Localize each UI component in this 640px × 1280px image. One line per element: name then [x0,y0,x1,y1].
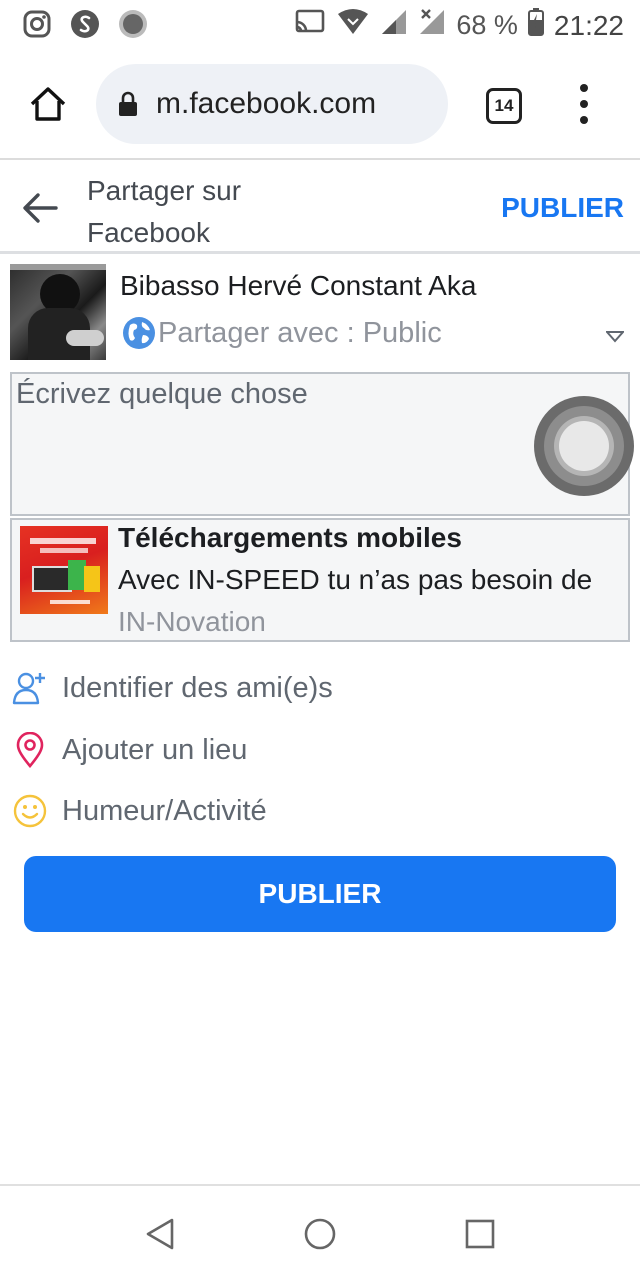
status-right: 68 % 21:22 [294,8,624,43]
instagram-icon [22,9,52,39]
tab-switcher-button[interactable]: 14 [486,88,522,124]
overflow-menu-icon[interactable] [570,84,598,124]
signal-icon [380,8,408,43]
url-text: m.facebook.com [156,87,377,120]
author-row: Bibasso Hervé Constant Aka Partager avec… [0,258,640,366]
link-preview-title: Téléchargements mobiles [118,522,462,553]
wifi-icon [336,8,370,43]
avatar [10,264,106,360]
mood-activity-label: Humeur/Activité [62,794,267,827]
nav-back-icon[interactable] [142,1216,178,1252]
cast-icon [294,8,326,43]
battery-percent: 68 % [456,10,518,40]
composer-placeholder: Écrivez quelque chose [16,378,308,410]
browser-toolbar: m.facebook.com 14 [0,48,640,160]
shazam-icon [70,9,100,39]
smiley-icon [12,793,48,829]
signal-off-icon [418,8,446,43]
status-bar: 68 % 21:22 [0,0,640,48]
home-icon[interactable] [28,84,68,124]
add-place-label: Ajouter un lieu [62,733,248,766]
record-icon [118,9,148,39]
page-title: Partager sur Facebook [87,175,242,248]
battery-icon [527,8,544,43]
lock-icon [118,91,138,117]
nav-recents-icon[interactable] [462,1216,498,1252]
assistive-touch-button[interactable] [534,396,634,496]
clock: 21:22 [553,9,624,41]
link-preview-card[interactable]: Téléchargements mobiles Avec IN-SPEED tu… [10,518,630,642]
tag-friends-label: Identifier des ami(e)s [62,671,333,704]
back-arrow-icon[interactable] [20,188,60,228]
link-preview-description: Avec IN-SPEED tu n’as pas besoin de [118,564,593,595]
header-publish-button[interactable]: PUBLIER [501,192,624,224]
location-pin-icon [12,732,48,768]
link-preview-thumbnail [20,526,108,614]
publish-button[interactable]: PUBLIER [24,856,616,932]
status-left-icons [22,9,148,39]
add-person-icon [12,670,48,706]
page-header: Partager sur Facebook PUBLIER [0,162,640,254]
chevron-down-icon[interactable] [604,330,626,343]
tag-friends-option[interactable]: Identifier des ami(e)s [0,660,640,716]
address-bar[interactable]: m.facebook.com [96,64,448,144]
add-place-option[interactable]: Ajouter un lieu [0,722,640,778]
audience-selector[interactable]: Partager avec : Public [122,316,442,350]
author-name: Bibasso Hervé Constant Aka [120,270,477,301]
system-nav-bar [0,1184,640,1280]
audience-label: Partager avec : Public [158,316,442,349]
mood-activity-option[interactable]: Humeur/Activité [0,783,640,839]
link-preview-domain: IN-Novation [118,606,266,637]
globe-icon [122,316,156,350]
nav-home-icon[interactable] [302,1216,338,1252]
